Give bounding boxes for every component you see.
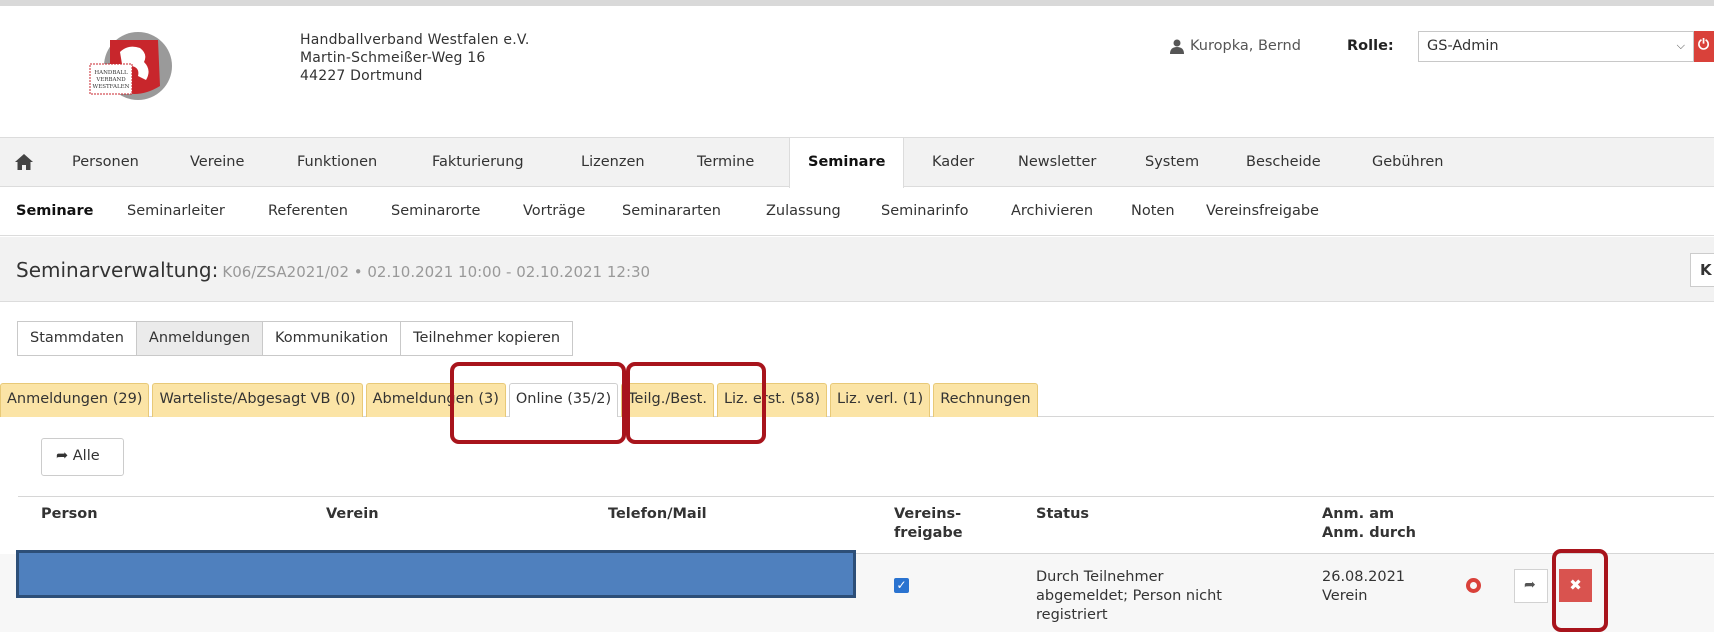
highlight-abmeldungen — [450, 362, 626, 444]
tab-stammdaten[interactable]: Stammdaten — [17, 321, 137, 356]
status-line-3: registriert — [1036, 607, 1108, 623]
tab-teilnehmer-kopieren[interactable]: Teilnehmer kopieren — [400, 321, 574, 356]
column-header-verein[interactable]: Verein — [326, 505, 379, 524]
subnav-item-seminararten[interactable]: Seminararten — [622, 203, 721, 219]
anm-by: Verein — [1322, 588, 1368, 604]
nav-item-seminare[interactable]: Seminare — [789, 138, 905, 188]
vereinsfreigabe-checkbox[interactable]: ✓ — [894, 578, 909, 593]
svg-text:HANDBALL: HANDBALL — [94, 70, 128, 76]
alle-button[interactable]: ➦ Alle — [41, 438, 124, 476]
table-top-border — [18, 496, 1714, 497]
nav-item-gebuehren[interactable]: Gebühren — [1372, 154, 1444, 170]
nav-item-vereine[interactable]: Vereine — [190, 154, 244, 170]
subnav-item-vortraege[interactable]: Vorträge — [523, 203, 585, 219]
share-arrow-icon: ➦ — [1524, 577, 1536, 593]
page-title-text: Seminarverwaltung: — [16, 258, 219, 282]
subtab-rechnungen[interactable]: Rechnungen — [933, 383, 1038, 417]
page-title: Seminarverwaltung: K06/ZSA2021/02 • 02.10… — [16, 258, 650, 282]
subnav-item-noten[interactable]: Noten — [1131, 203, 1175, 219]
svg-text:VERBAND: VERBAND — [95, 77, 126, 83]
nav-item-bescheide[interactable]: Bescheide — [1246, 154, 1321, 170]
verband-logo: HANDBALL VERBAND WESTFALEN — [89, 32, 172, 100]
subnav-item-seminarinfo[interactable]: Seminarinfo — [881, 203, 969, 219]
section-tabs: Stammdaten Anmeldungen Kommunikation Tei… — [17, 321, 574, 356]
power-icon: ⏻ — [1698, 37, 1710, 53]
subnav-item-zulassung[interactable]: Zulassung — [766, 203, 841, 219]
page-header: Seminarverwaltung: K06/ZSA2021/02 • 02.10… — [0, 237, 1714, 302]
page-subtitle: K06/ZSA2021/02 • 02.10.2021 10:00 - 02.1… — [222, 263, 651, 281]
highlight-delete — [1552, 549, 1608, 632]
current-user: Kuropka, Bernd — [1170, 38, 1301, 54]
tab-anmeldungen[interactable]: Anmeldungen — [135, 321, 264, 356]
subnav-item-seminarleiter[interactable]: Seminarleiter — [127, 203, 225, 219]
column-header-anm[interactable]: Anm. am Anm. durch — [1322, 505, 1416, 543]
chevron-down-icon: ⌵ — [1676, 39, 1685, 52]
user-icon — [1170, 39, 1184, 54]
status-cell: Durch Teilnehmer abgemeldet; Person nich… — [1036, 568, 1222, 625]
redacted-person-block — [16, 550, 856, 598]
anm-cell: 26.08.2021 Verein — [1322, 568, 1405, 606]
column-header-anm-line2: Anm. durch — [1322, 525, 1416, 541]
subtab-warteliste[interactable]: Warteliste/Abgesagt VB (0) — [152, 383, 363, 417]
organization-address: Handballverband Westfalen e.V. Martin-Sc… — [300, 32, 530, 84]
sub-navigation: Seminare Seminarleiter Referenten Semina… — [0, 188, 1714, 236]
forward-button[interactable]: ➦ — [1514, 569, 1548, 603]
user-name: Kuropka, Bernd — [1190, 38, 1301, 54]
nav-item-lizenzen[interactable]: Lizenzen — [581, 154, 645, 170]
highlight-online — [626, 362, 766, 444]
role-value: GS-Admin — [1427, 38, 1499, 54]
column-header-telefon[interactable]: Telefon/Mail — [608, 505, 707, 524]
header-action-button[interactable]: K — [1690, 253, 1714, 287]
nav-item-personen[interactable]: Personen — [72, 154, 139, 170]
column-header-vereinsfreigabe-line1: Vereins- — [894, 506, 962, 522]
column-header-vereinsfreigabe[interactable]: Vereins- freigabe — [894, 505, 963, 543]
home-icon[interactable] — [14, 152, 34, 172]
subnav-item-seminarorte[interactable]: Seminarorte — [391, 203, 480, 219]
main-navigation: Personen Vereine Funktionen Fakturierung… — [0, 137, 1714, 188]
status-line-2: abgemeldet; Person nicht — [1036, 588, 1222, 604]
nav-item-funktionen[interactable]: Funktionen — [297, 154, 377, 170]
column-header-anm-line1: Anm. am — [1322, 506, 1395, 522]
share-arrow-icon: ➦ — [56, 448, 69, 464]
subtab-anmeldungen[interactable]: Anmeldungen (29) — [0, 383, 150, 417]
top-border — [0, 0, 1714, 6]
logout-button[interactable]: ⏻ — [1694, 31, 1714, 62]
status-circle-icon[interactable] — [1466, 578, 1481, 593]
subnav-item-archivieren[interactable]: Archivieren — [1011, 203, 1093, 219]
status-line-1: Durch Teilnehmer — [1036, 569, 1164, 585]
nav-item-newsletter[interactable]: Newsletter — [1018, 154, 1096, 170]
alle-label: Alle — [72, 448, 100, 464]
column-header-person[interactable]: Person — [41, 505, 98, 524]
nav-item-termine[interactable]: Termine — [697, 154, 754, 170]
column-header-vereinsfreigabe-line2: freigabe — [894, 525, 963, 541]
subnav-item-referenten[interactable]: Referenten — [268, 203, 348, 219]
nav-item-kader[interactable]: Kader — [932, 154, 974, 170]
subnav-item-seminare[interactable]: Seminare — [16, 203, 93, 219]
subnav-item-vereinsfreigabe[interactable]: Vereinsfreigabe — [1206, 203, 1319, 219]
anm-date: 26.08.2021 — [1322, 569, 1406, 585]
column-header-status[interactable]: Status — [1036, 505, 1089, 524]
role-select[interactable]: GS-Admin ⌵ — [1418, 31, 1694, 62]
nav-item-fakturierung[interactable]: Fakturierung — [432, 154, 524, 170]
nav-item-system[interactable]: System — [1145, 154, 1199, 170]
tab-kommunikation[interactable]: Kommunikation — [262, 321, 402, 356]
svg-text:WESTFALEN: WESTFALEN — [93, 84, 130, 90]
subtab-liz-verl[interactable]: Liz. verl. (1) — [830, 383, 931, 417]
role-label: Rolle: — [1347, 38, 1394, 54]
